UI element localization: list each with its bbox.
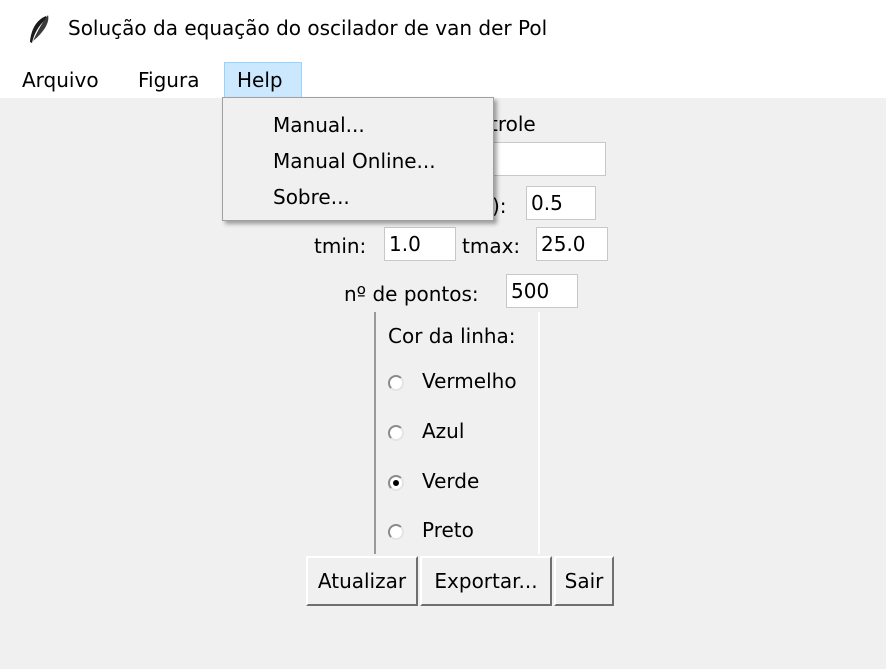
radio-label: Azul — [422, 419, 465, 443]
tmin-label: tmin: — [314, 234, 367, 258]
radio-button[interactable] — [388, 425, 404, 441]
npoints-input[interactable]: 500 — [506, 274, 578, 308]
controls-heading: trole — [490, 112, 536, 136]
npoints-label: nº de pontos: — [344, 282, 479, 306]
menu-item-manual[interactable]: Manual... — [273, 113, 365, 137]
line-color-title: Cor da linha: — [388, 324, 516, 348]
menu-arquivo[interactable]: Arquivo — [22, 62, 99, 98]
update-button[interactable]: Atualizar — [306, 556, 418, 606]
radio-button[interactable] — [388, 375, 404, 391]
window-title: Solução da equação do oscilador de van d… — [68, 16, 548, 40]
radio-button[interactable] — [388, 475, 404, 491]
title-bar: Solução da equação do oscilador de van d… — [0, 0, 886, 62]
radio-label: Verde — [422, 469, 480, 493]
menu-bar: Arquivo Figura Help — [0, 62, 886, 98]
menu-figura[interactable]: Figura — [138, 62, 199, 98]
param-label: ): — [492, 194, 507, 218]
export-button[interactable]: Exportar... — [420, 556, 552, 606]
radio-selected-dot — [393, 480, 399, 486]
tmin-input[interactable]: 1.0 — [384, 227, 456, 261]
menu-item-sobre[interactable]: Sobre... — [273, 185, 350, 209]
exit-button[interactable]: Sair — [554, 556, 614, 606]
hidden-entry[interactable] — [490, 142, 606, 176]
feather-icon — [30, 15, 49, 43]
tmax-label: tmax: — [462, 234, 521, 258]
tmax-input[interactable]: 25.0 — [536, 227, 608, 261]
menu-item-manual-online[interactable]: Manual Online... — [273, 149, 436, 173]
radio-label: Vermelho — [422, 369, 517, 393]
radio-label: Preto — [422, 518, 474, 542]
menu-help[interactable]: Help — [224, 62, 302, 98]
radio-button[interactable] — [388, 524, 404, 540]
help-dropdown-menu: Manual... Manual Online... Sobre... — [222, 97, 494, 221]
param-input[interactable]: 0.5 — [526, 186, 596, 220]
